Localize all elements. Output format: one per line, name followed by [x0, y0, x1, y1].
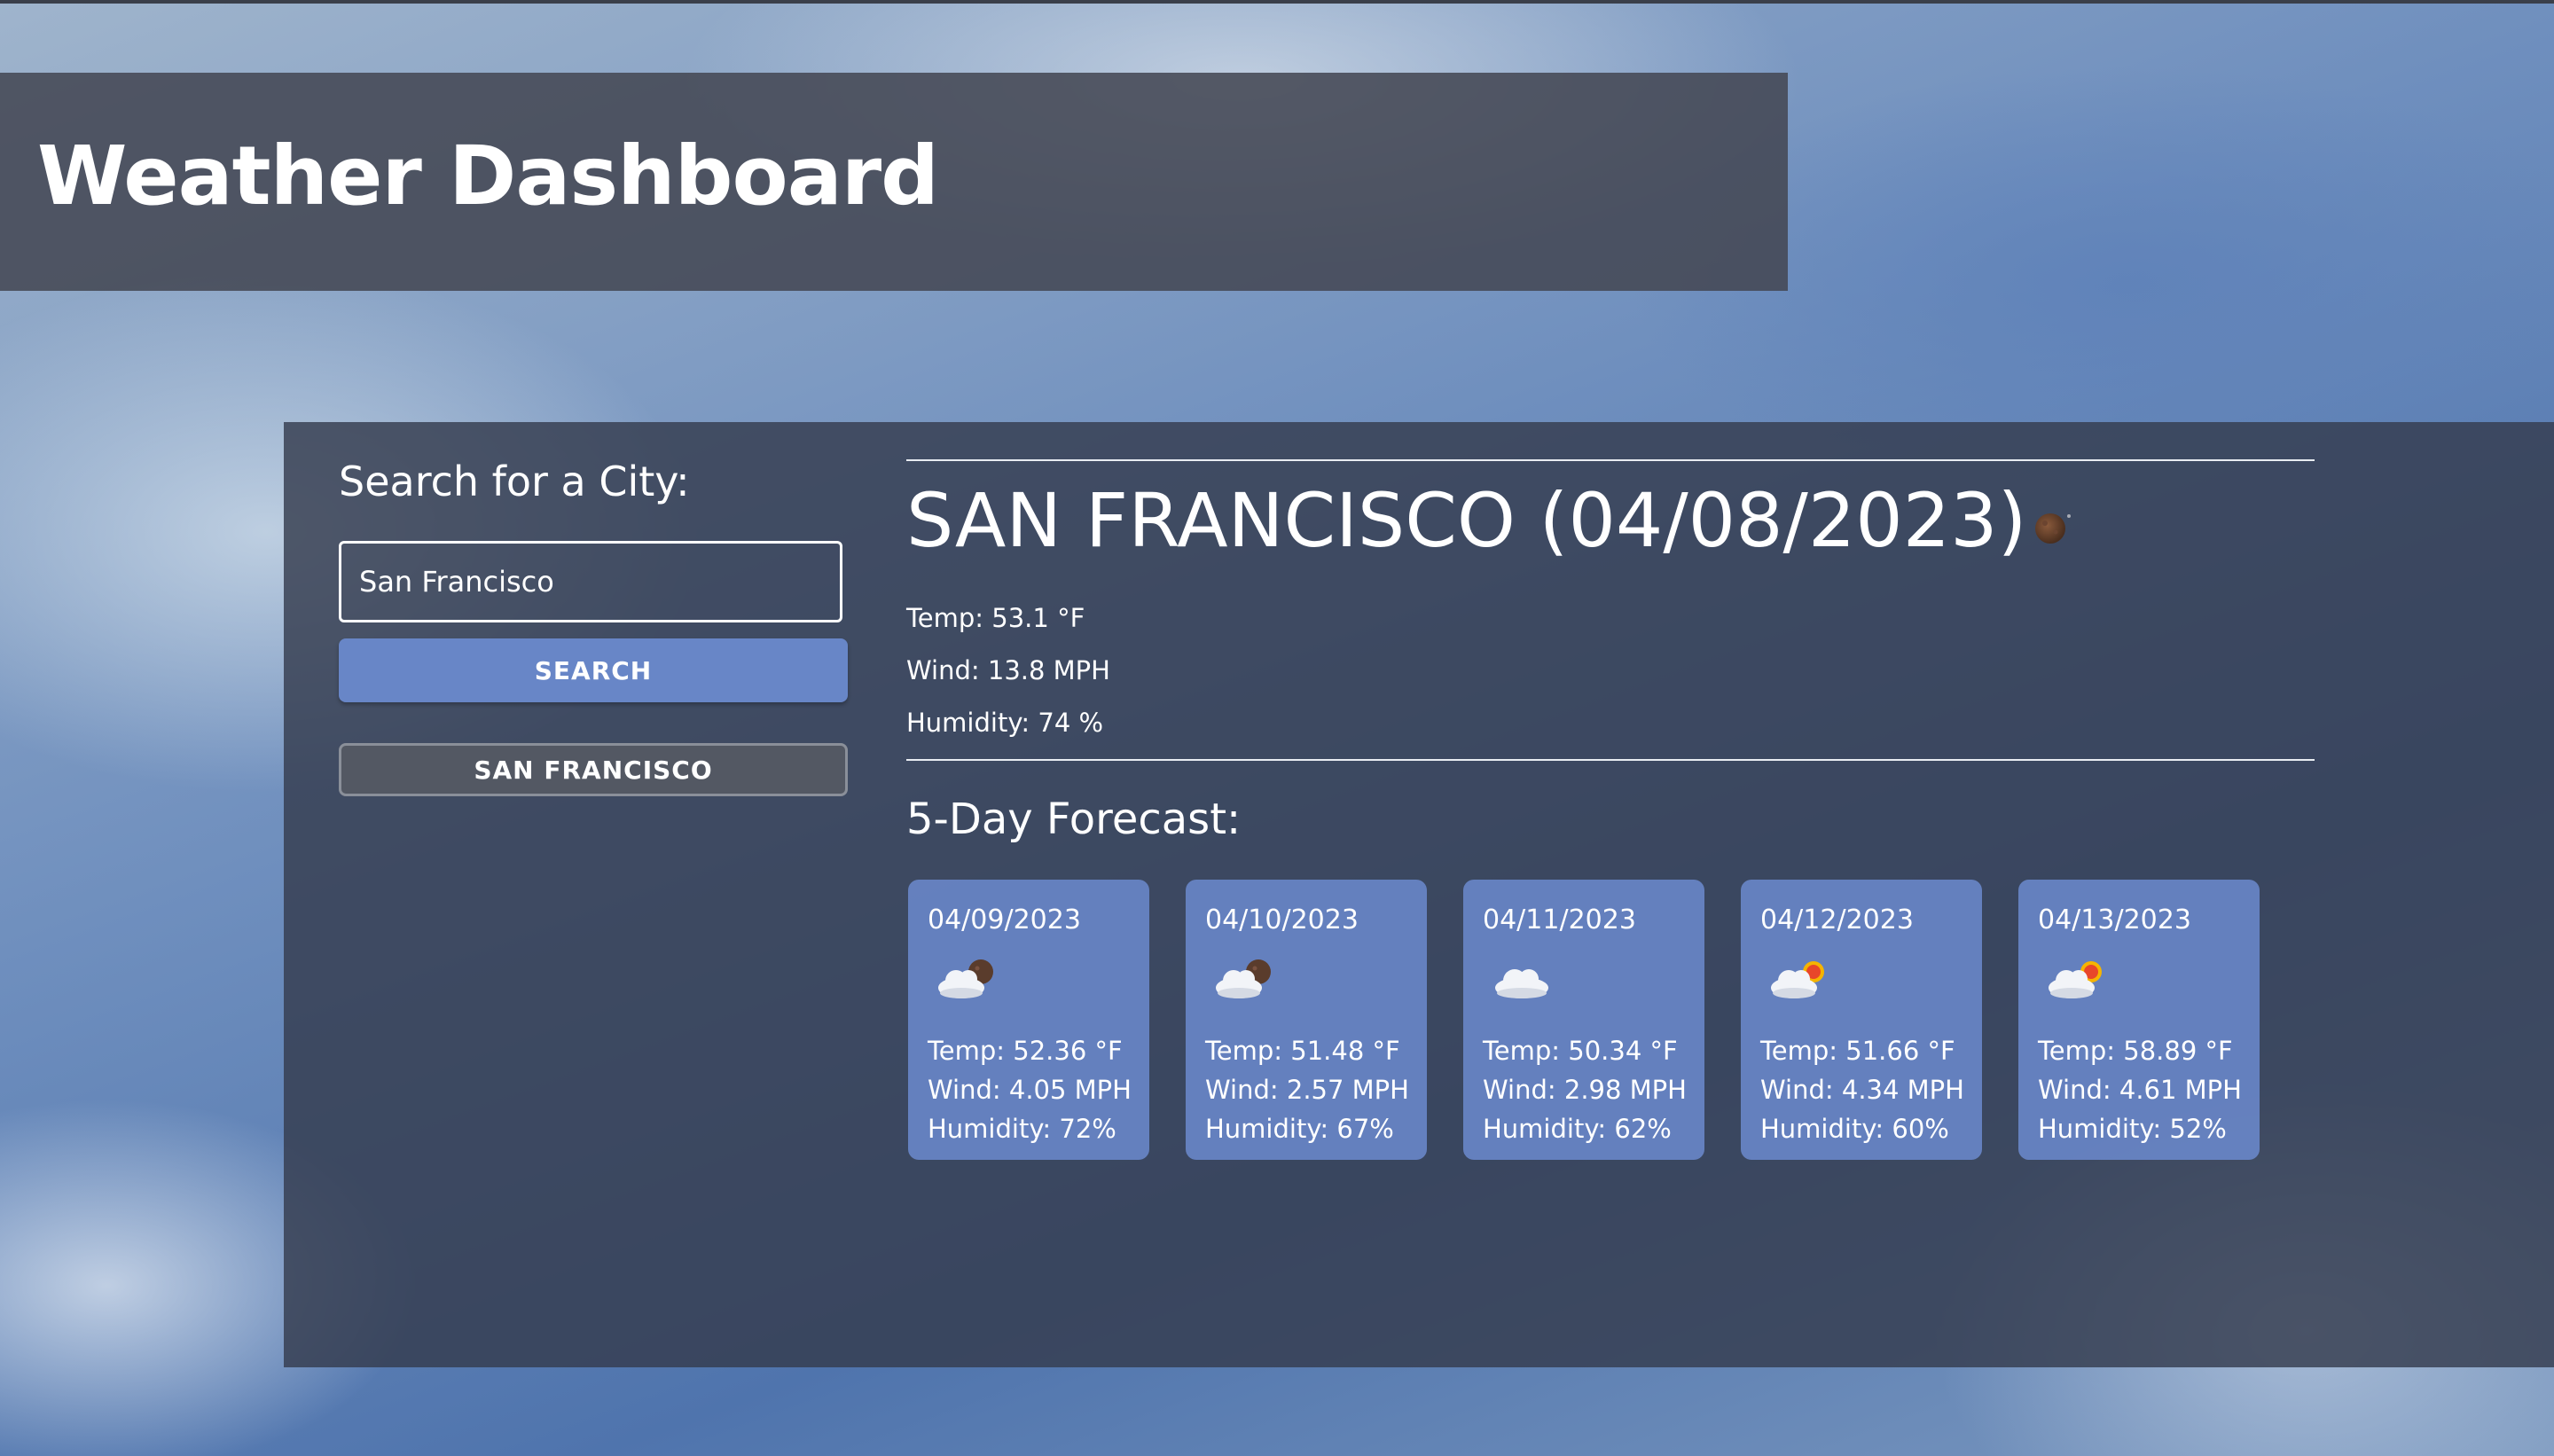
forecast-humidity: Humidity: 72% — [928, 1114, 1116, 1144]
forecast-date: 04/09/2023 — [928, 904, 1081, 935]
search-heading: Search for a City: — [339, 458, 690, 505]
cloud-sun-icon — [2049, 961, 2102, 998]
forecast-wind: Wind: 2.98 MPH — [1483, 1075, 1687, 1105]
forecast-wind: Wind: 4.05 MPH — [928, 1075, 1132, 1105]
current-wind: Wind: 13.8 MPH — [906, 655, 1110, 685]
forecast-card-2: 04/10/2023 Temp: 51.48 °F Wind: 2.57 MPH… — [1186, 880, 1427, 1160]
app-header: Weather Dashboard — [0, 73, 1788, 291]
forecast-humidity: Humidity: 60% — [1760, 1114, 1949, 1144]
page-title: Weather Dashboard — [37, 129, 939, 223]
top-border — [0, 0, 2554, 4]
cloud-icon — [1495, 969, 1548, 998]
forecast-temp: Temp: 51.66 °F — [1760, 1036, 1955, 1066]
forecast-date: 04/10/2023 — [1205, 904, 1359, 935]
forecast-card-4: 04/12/2023 Temp: 51.66 °F Wind: 4.34 MPH… — [1741, 880, 1982, 1160]
divider-bottom — [906, 759, 2315, 761]
cloud-moon-icon — [938, 959, 993, 998]
forecast-humidity: Humidity: 52% — [2038, 1114, 2227, 1144]
cloud-moon-icon — [1216, 959, 1271, 998]
forecast-humidity: Humidity: 62% — [1483, 1114, 1672, 1144]
forecast-temp: Temp: 58.89 °F — [2038, 1036, 2233, 1066]
forecast-wind: Wind: 4.61 MPH — [2038, 1075, 2242, 1105]
city-search-input[interactable] — [339, 541, 842, 622]
current-temp: Temp: 53.1 °F — [906, 603, 1085, 633]
moon-icon — [2035, 513, 2071, 544]
forecast-heading: 5-Day Forecast: — [906, 795, 1242, 844]
forecast-humidity: Humidity: 67% — [1205, 1114, 1394, 1144]
divider-top — [906, 459, 2315, 461]
forecast-temp: Temp: 50.34 °F — [1483, 1036, 1678, 1066]
history-button-san-francisco[interactable]: SAN FRANCISCO — [339, 743, 848, 796]
forecast-date: 04/11/2023 — [1483, 904, 1636, 935]
forecast-cards: 04/09/2023 Temp: 52.36 °F Wind: 4.05 MPH… — [908, 880, 2327, 1163]
forecast-card-5: 04/13/2023 Temp: 58.89 °F Wind: 4.61 MPH… — [2018, 880, 2260, 1160]
search-button[interactable]: SEARCH — [339, 638, 848, 702]
forecast-date: 04/12/2023 — [1760, 904, 1914, 935]
main-panel: Search for a City: SEARCH SAN FRANCISCO … — [284, 422, 2554, 1367]
forecast-temp: Temp: 52.36 °F — [928, 1036, 1123, 1066]
cloud-sun-icon — [1771, 961, 1824, 998]
forecast-temp: Temp: 51.48 °F — [1205, 1036, 1400, 1066]
forecast-date: 04/13/2023 — [2038, 904, 2191, 935]
current-humidity: Humidity: 74 % — [906, 708, 1104, 738]
forecast-wind: Wind: 4.34 MPH — [1760, 1075, 1964, 1105]
forecast-card-1: 04/09/2023 Temp: 52.36 °F Wind: 4.05 MPH… — [908, 880, 1149, 1160]
forecast-wind: Wind: 2.57 MPH — [1205, 1075, 1409, 1105]
current-city-title: SAN FRANCISCO (04/08/2023) — [906, 477, 2027, 564]
forecast-card-3: 04/11/2023 Temp: 50.34 °F Wind: 2.98 MPH… — [1463, 880, 1704, 1160]
